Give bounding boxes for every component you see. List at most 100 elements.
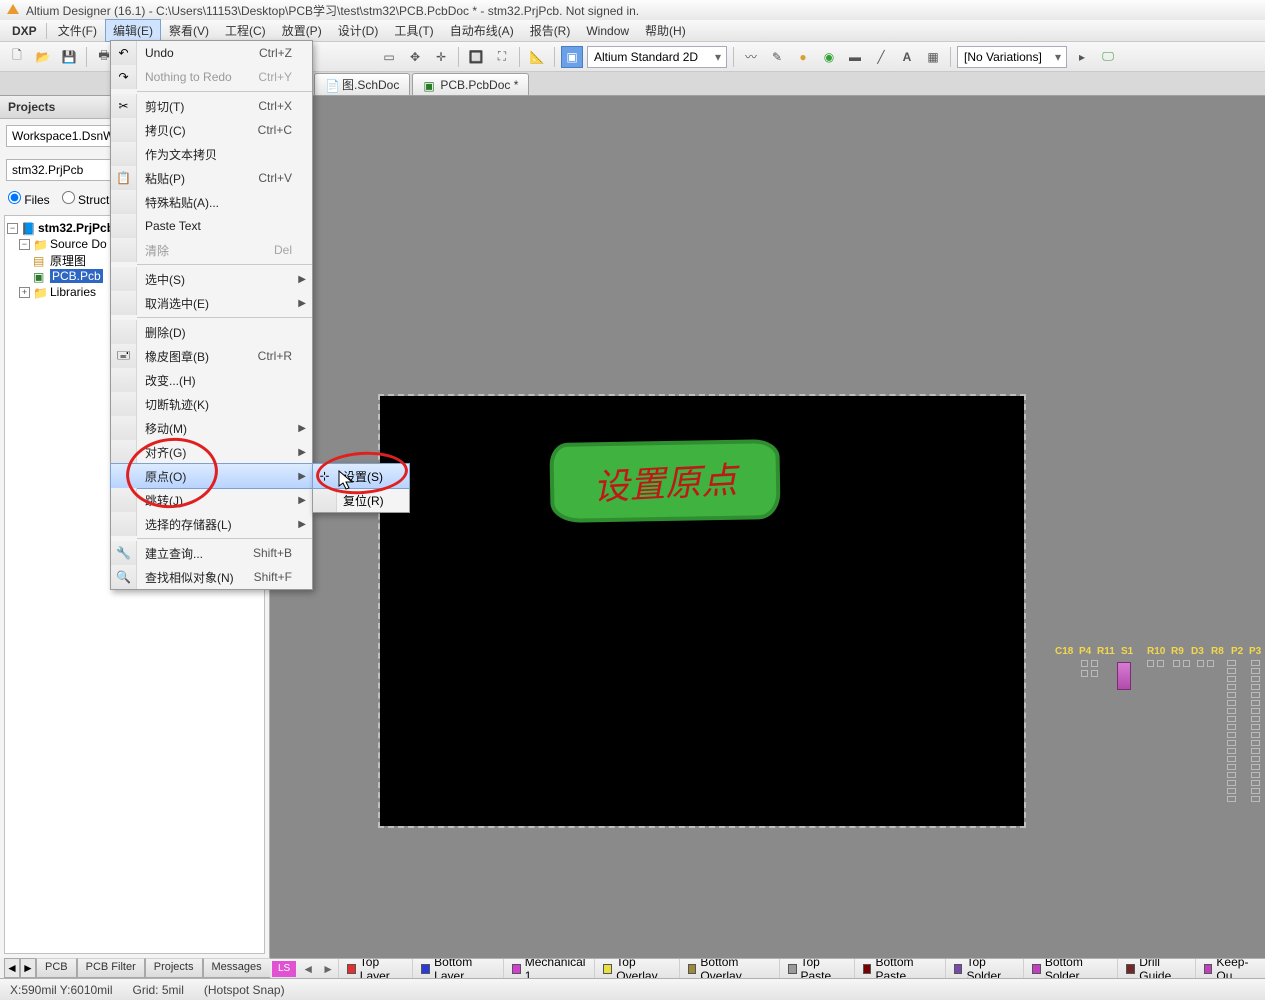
blank-icon bbox=[111, 512, 137, 536]
menu-item[interactable]: 删除(D) bbox=[111, 320, 312, 344]
via-icon[interactable]: ● bbox=[792, 46, 814, 68]
menu-item[interactable]: 移动(M)▶ bbox=[111, 416, 312, 440]
menu-item[interactable]: 取消选中(E)▶ bbox=[111, 291, 312, 315]
origin-submenu: ⊹设置(S)复位(R) bbox=[312, 463, 410, 513]
connector-pads bbox=[1251, 660, 1261, 804]
menu-item[interactable]: 跳转(J)▶ bbox=[111, 488, 312, 512]
tab-schdoc[interactable]: 📄 图.SchDoc bbox=[314, 73, 410, 95]
menu-item[interactable]: 作为文本拷贝 bbox=[111, 142, 312, 166]
expand-icon[interactable]: − bbox=[7, 223, 18, 234]
layer-tab[interactable]: Bottom Solder bbox=[1023, 959, 1117, 978]
pcb-icon: ▣ bbox=[423, 79, 435, 91]
sketch-icon[interactable]: ✎ bbox=[766, 46, 788, 68]
menu-item[interactable]: 选中(S)▶ bbox=[111, 267, 312, 291]
dxp-menu[interactable]: DXP bbox=[6, 21, 43, 41]
layer-tab[interactable]: Top Overlay bbox=[594, 959, 678, 978]
monitor-icon[interactable]: 🖵 bbox=[1097, 46, 1119, 68]
pcb-editor-area[interactable]: 设置原点 C18 P4 R11 S1 R10 R9 D3 R8 P2 P3 bbox=[270, 96, 1265, 958]
layer-tab[interactable]: Keep-Ou bbox=[1195, 959, 1265, 978]
panel-tab-pcbfilter[interactable]: PCB Filter bbox=[77, 958, 145, 978]
layer-tab[interactable]: Top Layer bbox=[338, 959, 412, 978]
zoom-fit-icon[interactable]: ⛶ bbox=[491, 46, 513, 68]
menu-file[interactable]: 文件(F) bbox=[50, 19, 105, 42]
stamp-icon: 🖃 bbox=[111, 344, 137, 368]
tab-pcbdoc[interactable]: ▣ PCB.PcbDoc * bbox=[412, 73, 529, 95]
menu-item[interactable]: ↶UndoCtrl+Z bbox=[111, 41, 312, 65]
radio-structure[interactable]: Struct bbox=[62, 191, 110, 207]
menu-project[interactable]: 工程(C) bbox=[217, 19, 274, 42]
open-icon[interactable]: 📂 bbox=[32, 46, 54, 68]
variation-apply-icon[interactable]: ▸ bbox=[1071, 46, 1093, 68]
panel-tab-next[interactable]: ► bbox=[20, 958, 36, 978]
menu-item[interactable]: 拷贝(C)Ctrl+C bbox=[111, 118, 312, 142]
menu-item[interactable]: 🔧建立查询...Shift+B bbox=[111, 541, 312, 565]
expand-icon[interactable]: + bbox=[19, 287, 30, 298]
layer-tab[interactable]: Top Solder bbox=[945, 959, 1023, 978]
variations-select[interactable]: [No Variations] bbox=[957, 46, 1067, 68]
pcb-file-icon: ▣ bbox=[33, 270, 47, 282]
blank-icon bbox=[111, 267, 137, 291]
menu-item[interactable]: ✂剪切(T)Ctrl+X bbox=[111, 94, 312, 118]
menu-item[interactable]: 切断轨迹(K) bbox=[111, 392, 312, 416]
text-icon[interactable]: A bbox=[896, 46, 918, 68]
layer-prev[interactable]: ◄ bbox=[298, 962, 318, 976]
layer-next[interactable]: ► bbox=[318, 962, 338, 976]
menu-design[interactable]: 设计(D) bbox=[330, 19, 387, 42]
menu-item[interactable]: 改变...(H) bbox=[111, 368, 312, 392]
menu-autoroute[interactable]: 自动布线(A) bbox=[442, 19, 522, 42]
submenu-item[interactable]: 复位(R) bbox=[313, 488, 409, 512]
layer-tab[interactable]: Drill Guide bbox=[1117, 959, 1194, 978]
radio-files[interactable]: Files bbox=[8, 191, 50, 207]
menu-reports[interactable]: 报告(R) bbox=[522, 19, 579, 42]
menu-item[interactable]: 特殊粘贴(A)... bbox=[111, 190, 312, 214]
menu-item[interactable]: Paste Text bbox=[111, 214, 312, 238]
move-icon[interactable]: ✥ bbox=[404, 46, 426, 68]
layer-tab[interactable]: Bottom Paste bbox=[854, 959, 945, 978]
expand-icon[interactable]: − bbox=[19, 239, 30, 250]
layer-tab[interactable]: Top Paste bbox=[779, 959, 854, 978]
array-icon[interactable]: ▦ bbox=[922, 46, 944, 68]
zoom-area-icon[interactable]: 🔲 bbox=[465, 46, 487, 68]
submenu-arrow-icon: ▶ bbox=[298, 471, 306, 482]
menu-item[interactable]: ↷Nothing to RedoCtrl+Y bbox=[111, 65, 312, 89]
panel-tab-projects[interactable]: Projects bbox=[145, 958, 203, 978]
menu-tools[interactable]: 工具(T) bbox=[386, 19, 441, 42]
menu-view[interactable]: 察看(V) bbox=[161, 19, 217, 42]
layer-tab[interactable]: Mechanical 1 bbox=[503, 959, 595, 978]
layer-tab[interactable]: Bottom Overlay bbox=[679, 959, 779, 978]
menu-window[interactable]: Window bbox=[578, 21, 637, 41]
save-icon[interactable]: 💾 bbox=[58, 46, 80, 68]
menu-item[interactable]: 🖃橡皮图章(B)Ctrl+R bbox=[111, 344, 312, 368]
menu-place[interactable]: 放置(P) bbox=[274, 19, 330, 42]
title-text: Altium Designer (16.1) - C:\Users\11153\… bbox=[26, 2, 639, 19]
measure-icon[interactable]: 📐 bbox=[526, 46, 548, 68]
line-icon[interactable]: ╱ bbox=[870, 46, 892, 68]
menu-bar: DXP 文件(F) 编辑(E) 察看(V) 工程(C) 放置(P) 设计(D) … bbox=[0, 20, 1265, 42]
menu-item[interactable]: 原点(O)▶ bbox=[111, 464, 312, 488]
panel-tab-messages[interactable]: Messages bbox=[203, 958, 271, 978]
connector-pads bbox=[1227, 660, 1237, 804]
new-icon[interactable]: 🗋 bbox=[6, 46, 28, 68]
layer-set-button[interactable]: LS bbox=[272, 961, 296, 977]
menu-edit[interactable]: 编辑(E) bbox=[105, 19, 161, 42]
menu-item[interactable]: 📋粘贴(P)Ctrl+V bbox=[111, 166, 312, 190]
layer-tab[interactable]: Bottom Layer bbox=[412, 959, 502, 978]
component-body bbox=[1117, 662, 1131, 690]
3d-icon[interactable]: ▣ bbox=[561, 46, 583, 68]
cross-icon[interactable]: ✛ bbox=[430, 46, 452, 68]
menu-item[interactable]: 清除Del bbox=[111, 238, 312, 262]
panel-tab-prev[interactable]: ◄ bbox=[4, 958, 20, 978]
panel-tab-pcb[interactable]: PCB bbox=[36, 958, 77, 978]
view-mode-select[interactable]: Altium Standard 2D bbox=[587, 46, 727, 68]
menu-item[interactable]: 🔍查找相似对象(N)Shift+F bbox=[111, 565, 312, 589]
route-icon[interactable]: 〰 bbox=[740, 46, 762, 68]
submenu-item[interactable]: ⊹设置(S) bbox=[313, 464, 409, 488]
select-icon[interactable]: ▭ bbox=[378, 46, 400, 68]
menu-help[interactable]: 帮助(H) bbox=[637, 19, 694, 42]
pad-icon[interactable]: ◉ bbox=[818, 46, 840, 68]
poly-icon[interactable]: ▬ bbox=[844, 46, 866, 68]
layer-color-swatch bbox=[863, 964, 872, 974]
tree-item-pcb[interactable]: PCB.Pcb bbox=[50, 269, 103, 283]
menu-item[interactable]: 选择的存储器(L)▶ bbox=[111, 512, 312, 536]
menu-item[interactable]: 对齐(G)▶ bbox=[111, 440, 312, 464]
